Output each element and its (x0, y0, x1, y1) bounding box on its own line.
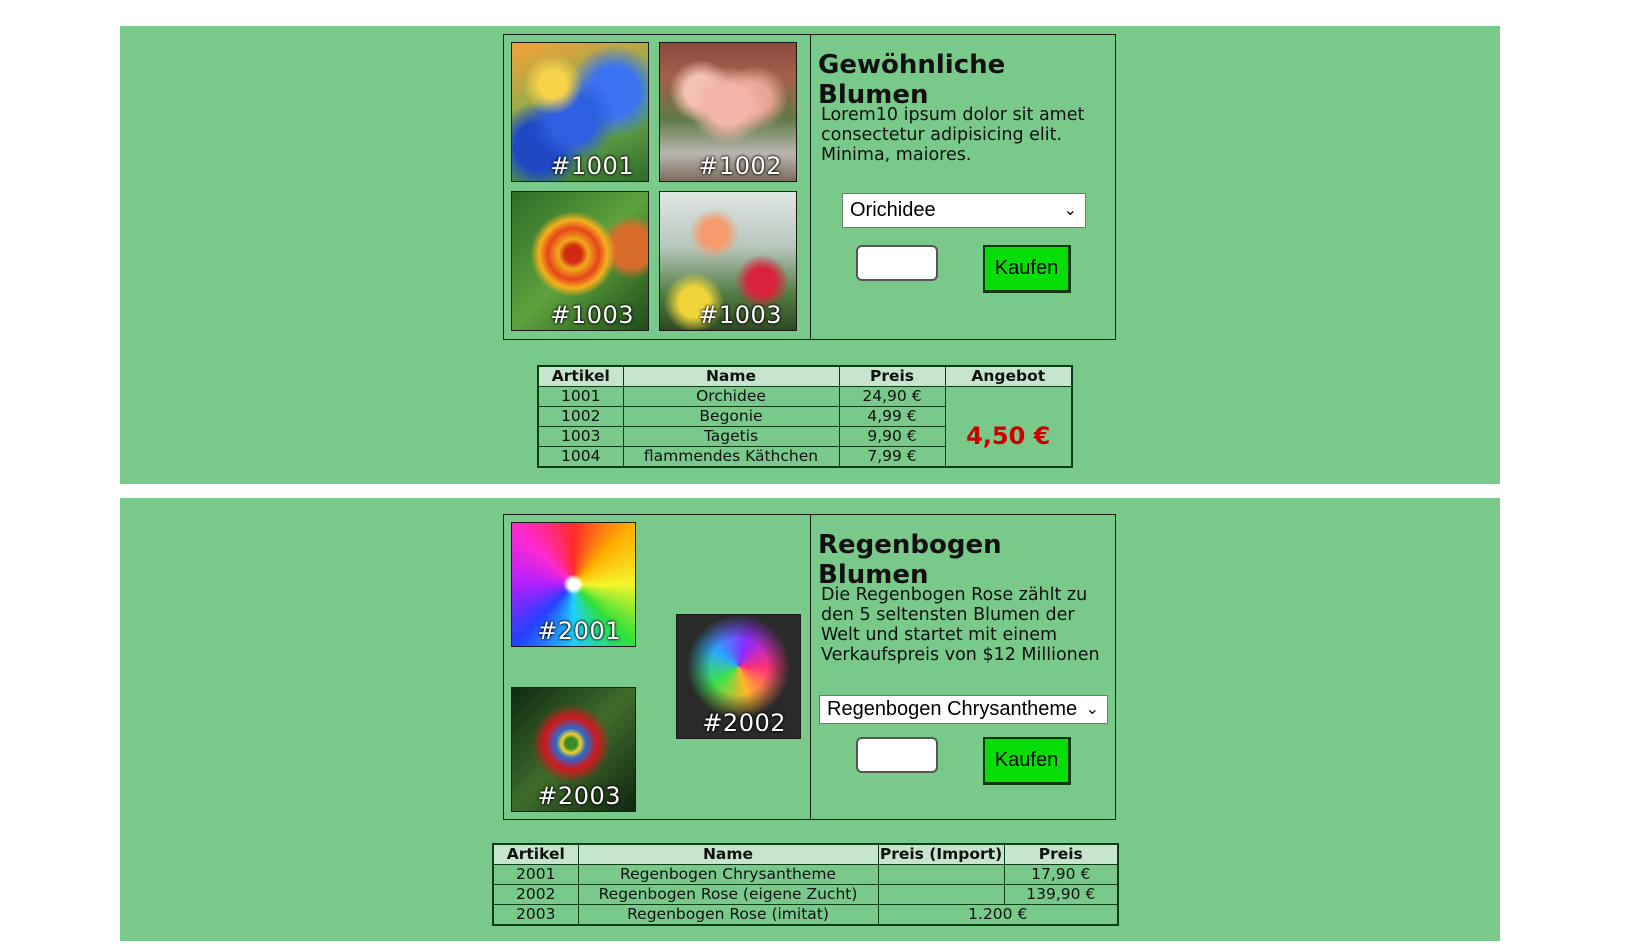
price-cell: 1.200 € (877, 904, 1119, 926)
quantity-input[interactable] (856, 737, 938, 773)
table-row: 2003 Regenbogen Rose (imitat) 1.200 € (492, 904, 1119, 926)
table-row: 1001 Orchidee 24,90 € (537, 386, 1073, 407)
product-image-2002[interactable]: #2002 (676, 614, 801, 739)
article-cell: 1004 (537, 446, 624, 468)
table-row: 2002 Regenbogen Rose (eigene Zucht) 139,… (492, 884, 1119, 905)
article-cell: 1003 (537, 426, 624, 447)
select-value: Orichidee (850, 199, 936, 221)
name-cell: flammendes Käthchen (622, 446, 840, 468)
product-card: #1001 #1002 #1003 #1003 Gewöhnliche Blum… (503, 34, 1116, 340)
price-cell: 139,90 € (1003, 884, 1119, 905)
section-description: Die Regenbogen Rose zählt zu den 5 selte… (821, 585, 1100, 665)
column-header: Artikel (492, 843, 579, 865)
offer-price: 4,50 € (944, 406, 1073, 468)
price-cell: 24,90 € (838, 386, 946, 407)
section-title: Regenbogen Blumen (818, 530, 1002, 590)
column-header: Name (577, 843, 879, 865)
product-info: Gewöhnliche Blumen Lorem10 ipsum dolor s… (811, 35, 1115, 339)
column-header: Preis (1003, 843, 1119, 865)
image-tag: #1003 (550, 301, 634, 329)
column-header: Name (622, 365, 840, 387)
article-cell: 2003 (492, 904, 579, 926)
column-header: Angebot (944, 365, 1073, 387)
table-header-row: Artikel Name Preis Angebot (537, 365, 1073, 387)
section-rainbow-flowers: #2001 #2002 #2003 Regenbogen Blumen Die … (120, 498, 1500, 941)
image-tag: #2001 (537, 617, 621, 645)
article-cell: 1002 (537, 406, 624, 427)
name-cell: Regenbogen Rose (imitat) (577, 904, 879, 926)
import-price-cell (877, 864, 1005, 885)
image-tag: #2002 (702, 709, 786, 737)
flower-select[interactable]: Orichidee ⌄ (842, 193, 1086, 228)
name-cell: Tagetis (622, 426, 840, 447)
table-row: 1002 Begonie 4,99 € 4,50 € (537, 406, 1073, 468)
section-title: Gewöhnliche Blumen (818, 50, 1006, 110)
product-image-1001[interactable]: #1001 (511, 42, 649, 182)
article-cell: 2002 (492, 884, 579, 905)
offer-cell-top (944, 386, 1073, 407)
price-table: Artikel Name Preis (Import) Preis 2001 R… (492, 843, 1119, 926)
buy-button[interactable]: Kaufen (983, 737, 1071, 785)
column-header: Preis (838, 365, 946, 387)
column-header: Artikel (537, 365, 624, 387)
import-price-cell (877, 884, 1005, 905)
buy-button[interactable]: Kaufen (983, 245, 1071, 293)
quantity-input[interactable] (856, 245, 938, 281)
image-tag: #1001 (550, 152, 634, 180)
image-gallery: #2001 #2002 #2003 (504, 515, 811, 819)
section-common-flowers: #1001 #1002 #1003 #1003 Gewöhnliche Blum… (120, 26, 1500, 484)
price-cell: 9,90 € (838, 426, 946, 447)
image-gallery: #1001 #1002 #1003 #1003 (504, 35, 811, 339)
column-header: Preis (Import) (877, 843, 1005, 865)
chevron-down-icon: ⌄ (1085, 701, 1099, 718)
flower-select[interactable]: Regenbogen Chrysantheme ⌄ (819, 695, 1108, 724)
image-tag: #1003 (698, 301, 782, 329)
image-tag: #1002 (698, 152, 782, 180)
name-cell: Regenbogen Chrysantheme (577, 864, 879, 885)
article-cell: 2001 (492, 864, 579, 885)
price-cell: 7,99 € (838, 446, 946, 468)
product-image-1002[interactable]: #1002 (659, 42, 797, 182)
section-description: Lorem10 ipsum dolor sit amet consectetur… (821, 105, 1085, 165)
select-value: Regenbogen Chrysantheme (827, 698, 1078, 720)
price-cell: 4,99 € (838, 406, 946, 427)
article-cell: 1001 (537, 386, 624, 407)
chevron-down-icon: ⌄ (1063, 202, 1077, 219)
product-info: Regenbogen Blumen Die Regenbogen Rose zä… (811, 515, 1115, 819)
product-image-1004[interactable]: #1003 (659, 191, 797, 331)
name-cell: Orchidee (622, 386, 840, 407)
name-cell: Regenbogen Rose (eigene Zucht) (577, 884, 879, 905)
image-tag: #2003 (537, 782, 621, 810)
product-image-1003[interactable]: #1003 (511, 191, 649, 331)
product-image-2003[interactable]: #2003 (511, 687, 636, 812)
price-cell: 17,90 € (1003, 864, 1119, 885)
price-table: Artikel Name Preis Angebot 1001 Orchidee… (537, 365, 1073, 468)
table-header-row: Artikel Name Preis (Import) Preis (492, 843, 1119, 865)
product-card: #2001 #2002 #2003 Regenbogen Blumen Die … (503, 514, 1116, 820)
product-image-2001[interactable]: #2001 (511, 522, 636, 647)
name-cell: Begonie (622, 406, 840, 427)
table-row: 2001 Regenbogen Chrysantheme 17,90 € (492, 864, 1119, 885)
